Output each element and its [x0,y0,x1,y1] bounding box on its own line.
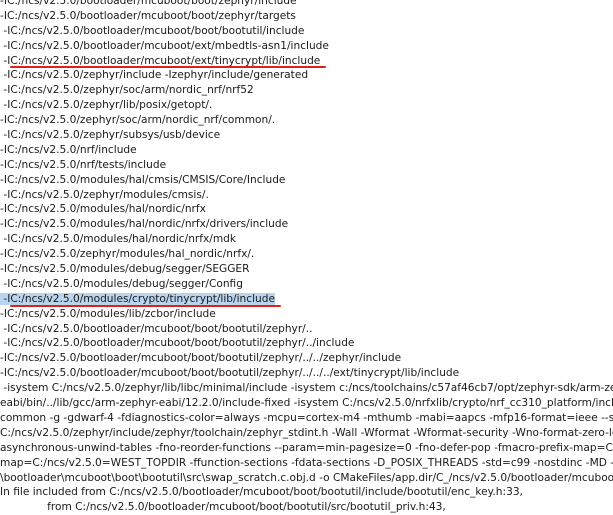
log-line-text: map=C:/ncs/v2.5.0=WEST_TOPDIR -ffunction… [0,456,613,469]
log-line: \bootloader\mcuboot\boot\bootutil\src\sw… [0,471,613,486]
log-line: -IC:/ncs/v2.5.0/zephyr/modules/hal_nordi… [0,247,613,262]
log-line: eabi/bin/../lib/gcc/arm-zephyr-eabi/12.2… [0,396,613,411]
log-line-text: -IC:/ncs/v2.5.0/zephyr/include -Izephyr/… [0,69,309,82]
log-line: -isystem C:/ncs/v2.5.0/zephyr/lib/libc/m… [0,381,613,396]
log-line: In file included from C:/ncs/v2.5.0/boot… [0,485,613,500]
log-line: -IC:/ncs/v2.5.0/bootloader/mcuboot/ext/m… [0,39,613,54]
log-line-text: -IC:/ncs/v2.5.0/bootloader/mcuboot/ext/m… [0,39,329,52]
log-line: C:/ncs/v2.5.0/zephyr/include/zephyr/tool… [0,426,613,441]
log-line-text: -IC:/ncs/v2.5.0/modules/hal/nordic/nrfx [0,203,206,216]
log-line-text: -IC:/ncs/v2.5.0/bootloader/mcuboot/boot/… [0,337,355,350]
log-line-text: -IC:/ncs/v2.5.0/modules/hal/nordic/nrfx/… [0,233,237,246]
log-line: -IC:/ncs/v2.5.0/bootloader/mcuboot/boot/… [0,24,613,39]
log-line: -IC:/ncs/v2.5.0/modules/hal/nordic/nrfx/… [0,232,613,247]
log-line-text: -IC:/ncs/v2.5.0/modules/crypto/tinycrypt… [0,292,275,305]
build-log-output: -IC:/ncs/v2.5.0/bootloader/mcuboot/boot/… [0,0,613,515]
log-line-text: -IC:/ncs/v2.5.0/nrf/include [0,143,137,156]
log-line-text: -IC:/ncs/v2.5.0/bootloader/mcuboot/boot/… [0,9,296,22]
log-line: -IC:/ncs/v2.5.0/zephyr/soc/arm/nordic_nr… [0,113,613,128]
log-line-text: -IC:/ncs/v2.5.0/bootloader/mcuboot/boot/… [0,322,313,335]
log-line-text: from C:/ncs/v2.5.0/bootloader/mcuboot/bo… [0,501,446,514]
log-line-text: C:/ncs/v2.5.0/zephyr/include/zephyr/tool… [0,426,613,439]
log-line: -IC:/ncs/v2.5.0/modules/debug/segger/Con… [0,277,613,292]
log-line: -IC:/ncs/v2.5.0/zephyr/subsys/usb/device [0,128,613,143]
log-line: -IC:/ncs/v2.5.0/nrf/include [0,143,613,158]
log-line-text: -IC:/ncs/v2.5.0/zephyr/soc/arm/nordic_nr… [0,114,276,127]
log-line: -IC:/ncs/v2.5.0/modules/debug/segger/SEG… [0,262,613,277]
log-line-text: common -g -gdwarf-4 -fdiagnostics-color=… [0,411,613,424]
log-line: -IC:/ncs/v2.5.0/bootloader/mcuboot/boot/… [0,366,613,381]
log-line-text: \bootloader\mcuboot\boot\bootutil\src\sw… [0,471,613,484]
log-line: -IC:/ncs/v2.5.0/modules/hal/nordic/nrfx/… [0,217,613,232]
log-line-text: -IC:/ncs/v2.5.0/modules/debug/segger/Con… [0,277,243,290]
log-line: common -g -gdwarf-4 -fdiagnostics-color=… [0,411,613,426]
log-line-text: -IC:/ncs/v2.5.0/modules/hal/nordic/nrfx/… [0,218,289,231]
log-line: -IC:/ncs/v2.5.0/bootloader/mcuboot/boot/… [0,9,613,24]
log-line: -IC:/ncs/v2.5.0/bootloader/mcuboot/boot/… [0,351,613,366]
log-line-text: asynchronous-unwind-tables -fno-reorder-… [0,441,613,454]
log-line: from C:/ncs/v2.5.0/bootloader/mcuboot/bo… [0,500,613,515]
log-line-text: -IC:/ncs/v2.5.0/modules/hal/cmsis/CMSIS/… [0,173,286,186]
log-line-text: -IC:/ncs/v2.5.0/bootloader/mcuboot/boot/… [0,367,460,380]
log-line-text: -IC:/ncs/v2.5.0/bootloader/mcuboot/boot/… [0,0,297,7]
log-line: -IC:/ncs/v2.5.0/modules/lib/zcbor/includ… [0,307,613,322]
log-line-text: -IC:/ncs/v2.5.0/zephyr/soc/arm/nordic_nr… [0,84,254,97]
log-line-text: -IC:/ncs/v2.5.0/zephyr/lib/posix/getopt/… [0,99,213,112]
log-line-text: eabi/bin/../lib/gcc/arm-zephyr-eabi/12.2… [0,397,613,410]
log-line-text: -IC:/ncs/v2.5.0/bootloader/mcuboot/ext/t… [0,54,321,67]
log-line-text: -isystem C:/ncs/v2.5.0/zephyr/lib/libc/m… [0,382,613,395]
log-line-text: -IC:/ncs/v2.5.0/modules/lib/zcbor/includ… [0,307,216,320]
log-line-text: -IC:/ncs/v2.5.0/bootloader/mcuboot/boot/… [0,24,305,37]
log-line: -IC:/ncs/v2.5.0/zephyr/lib/posix/getopt/… [0,98,613,113]
log-line: asynchronous-unwind-tables -fno-reorder-… [0,441,613,456]
log-line: -IC:/ncs/v2.5.0/bootloader/mcuboot/boot/… [0,336,613,351]
log-line-text: -IC:/ncs/v2.5.0/bootloader/mcuboot/boot/… [0,352,402,365]
log-line: -IC:/ncs/v2.5.0/zephyr/soc/arm/nordic_nr… [0,83,613,98]
log-line: -IC:/ncs/v2.5.0/bootloader/mcuboot/boot/… [0,322,613,337]
log-line-text: -IC:/ncs/v2.5.0/zephyr/modules/cmsis/. [0,188,209,201]
log-line: -IC:/ncs/v2.5.0/zephyr/include -Izephyr/… [0,68,613,83]
log-line: map=C:/ncs/v2.5.0=WEST_TOPDIR -ffunction… [0,456,613,471]
log-line-text: In file included from C:/ncs/v2.5.0/boot… [0,486,523,499]
log-line: -IC:/ncs/v2.5.0/nrf/tests/include [0,158,613,173]
log-line-text: -IC:/ncs/v2.5.0/modules/debug/segger/SEG… [0,263,250,276]
log-line: -IC:/ncs/v2.5.0/bootloader/mcuboot/boot/… [0,0,613,9]
log-line: -IC:/ncs/v2.5.0/bootloader/mcuboot/ext/t… [0,54,613,69]
log-line: -IC:/ncs/v2.5.0/modules/hal/cmsis/CMSIS/… [0,173,613,188]
log-line-text: -IC:/ncs/v2.5.0/zephyr/modules/hal_nordi… [0,248,255,261]
log-line-text: -IC:/ncs/v2.5.0/zephyr/subsys/usb/device [0,129,221,142]
log-line-text: -IC:/ncs/v2.5.0/nrf/tests/include [0,158,167,171]
log-line: -IC:/ncs/v2.5.0/zephyr/modules/cmsis/. [0,188,613,203]
log-line: -IC:/ncs/v2.5.0/modules/hal/nordic/nrfx [0,202,613,217]
log-line: -IC:/ncs/v2.5.0/modules/crypto/tinycrypt… [0,292,613,307]
